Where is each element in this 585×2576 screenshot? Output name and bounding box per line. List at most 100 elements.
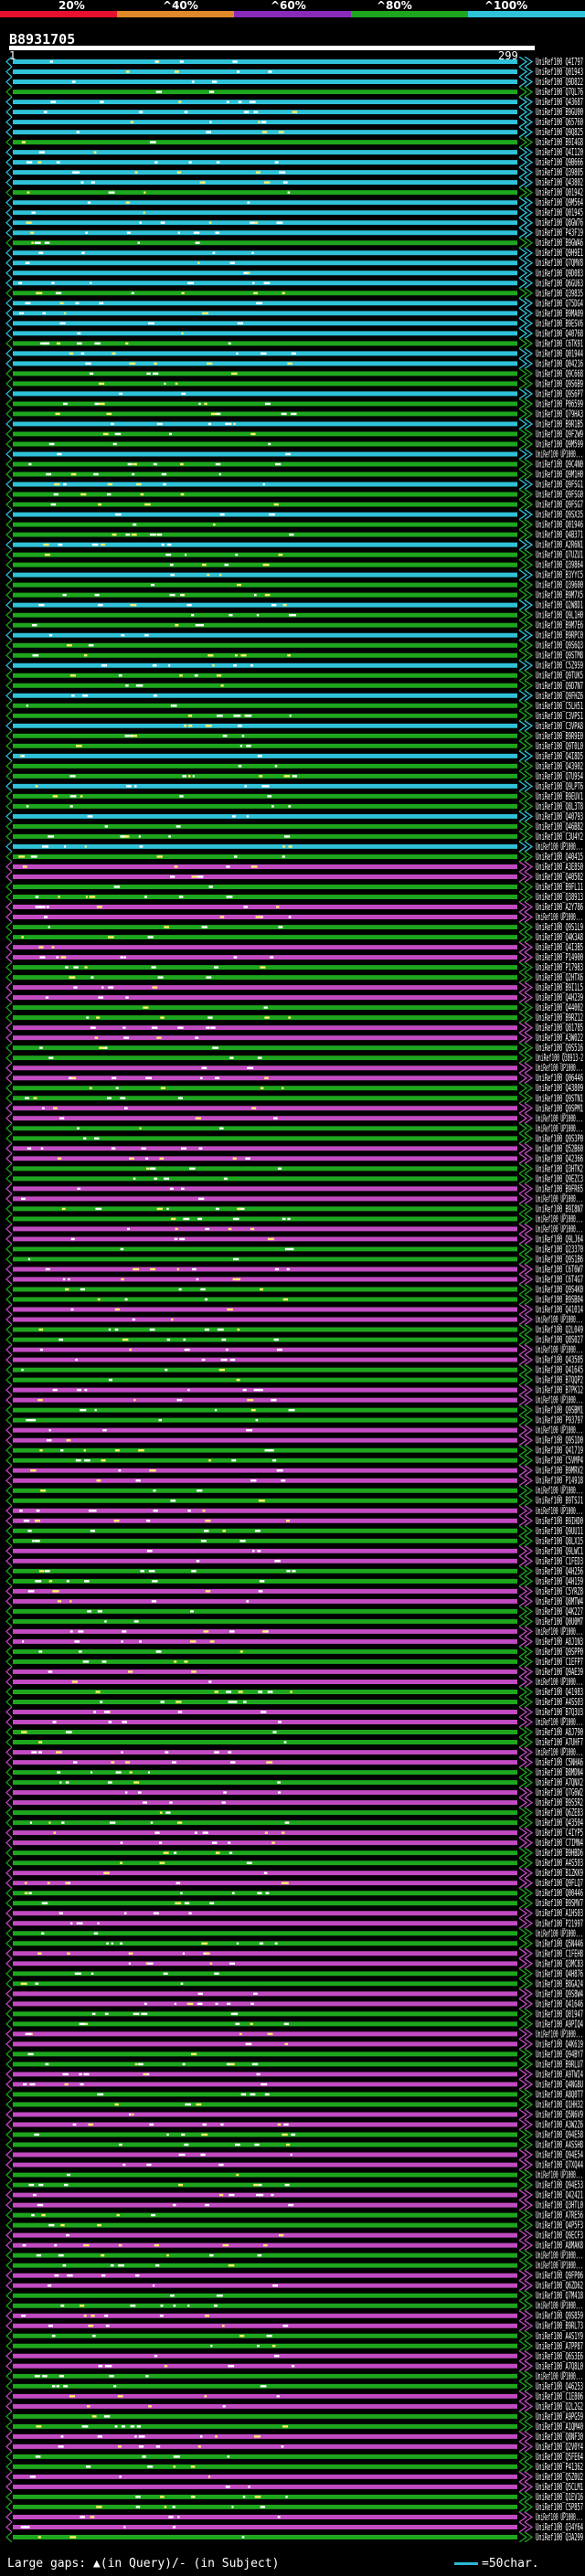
hit-row[interactable]: UniRef100_Q5N6V9: [5, 2108, 583, 2120]
hit-row[interactable]: UniRef100_B9RL73: [5, 2320, 583, 2332]
hit-row[interactable]: UniRef100_Q9FSG1: [5, 478, 583, 491]
hit-row[interactable]: UniRef100_A7RE56: [5, 2210, 583, 2221]
hit-row[interactable]: UniRef100_Q9S8W4: [5, 1988, 583, 1999]
hit-row[interactable]: UniRef100_B9I8N7: [5, 1203, 583, 1214]
hit-row[interactable]: UniRef100_Q7UZU1: [5, 549, 583, 561]
hit-row[interactable]: UniRef100_A8Q0T7: [5, 2088, 583, 2100]
hit-row[interactable]: UniRef100_Q9LJ64: [5, 1233, 583, 1245]
hit-row[interactable]: UniRef100_Q9S1D0: [5, 1435, 583, 1447]
hit-row[interactable]: UniRef100_UP1000...: [5, 1626, 583, 1638]
hit-row[interactable]: UniRef100_UP1000...: [5, 1344, 583, 1356]
hit-row[interactable]: UniRef100_UP1000...: [5, 1485, 583, 1497]
hit-row[interactable]: UniRef100_UP1000...: [5, 1122, 583, 1134]
hit-row[interactable]: UniRef100_B9RLU7: [5, 2058, 583, 2070]
hit-row[interactable]: UniRef100_Q43902: [5, 760, 583, 772]
hit-row[interactable]: UniRef100_Q41983: [5, 1686, 583, 1698]
hit-row[interactable]: UniRef100_C1E806: [5, 2390, 583, 2402]
hit-row[interactable]: UniRef100_Q9FSG0: [5, 488, 583, 501]
hit-row[interactable]: UniRef100_A7PP87: [5, 2340, 583, 2352]
hit-row[interactable]: UniRef100_B1ZKK9: [5, 1867, 583, 1879]
hit-row[interactable]: UniRef100_UP1000...: [5, 1505, 583, 1517]
hit-row[interactable]: UniRef100_C5LH51: [5, 700, 583, 712]
hit-row[interactable]: UniRef100_Q01944: [5, 347, 583, 359]
hit-row[interactable]: UniRef100_Q23370: [5, 1243, 583, 1255]
hit-row[interactable]: UniRef100_B9I1L5: [5, 981, 583, 993]
hit-row[interactable]: UniRef100_Q46253: [5, 2380, 583, 2392]
hit-row[interactable]: UniRef100_A1HS03: [5, 1907, 583, 1919]
hit-row[interactable]: UniRef100_Q94E58: [5, 2128, 583, 2141]
hit-row[interactable]: UniRef100_Q4NG8U: [5, 2078, 583, 2090]
hit-row[interactable]: UniRef100_Q5Z0U2: [5, 2471, 583, 2483]
hit-row[interactable]: UniRef100_Q4K227: [5, 1606, 583, 1617]
hit-row[interactable]: UniRef100_UP1000...: [5, 1193, 583, 1204]
hit-row[interactable]: UniRef100_Q4I3B5: [5, 941, 583, 953]
hit-row[interactable]: UniRef100_A3E8S0: [5, 861, 583, 873]
hit-row[interactable]: UniRef100_Q38913-2: [5, 1052, 583, 1064]
hit-row[interactable]: UniRef100_Q34Y64: [5, 2521, 583, 2533]
hit-row[interactable]: UniRef100_Q41014: [5, 1303, 583, 1316]
hit-row[interactable]: UniRef100_C3U4Y2: [5, 831, 583, 843]
hit-row[interactable]: UniRef100_B9EUV1: [5, 790, 583, 802]
hit-row[interactable]: UniRef100_A4SSH8: [5, 2138, 583, 2151]
hit-row[interactable]: UniRef100_Q9C668: [5, 367, 583, 379]
hit-row[interactable]: UniRef100_Q5CLM1: [5, 2481, 583, 2493]
hit-row[interactable]: UniRef100_Q9TUK5: [5, 670, 583, 682]
hit-row[interactable]: UniRef100_Q4B371: [5, 529, 583, 541]
hit-row[interactable]: UniRef100_Q9S4K0: [5, 1283, 583, 1295]
hit-row[interactable]: UniRef100_UP1000...: [5, 1394, 583, 1406]
hit-row[interactable]: UniRef100_Q04216: [5, 357, 583, 369]
hit-row[interactable]: UniRef100_Q94E54: [5, 2148, 583, 2161]
hit-row[interactable]: UniRef100_Q43802: [5, 176, 583, 188]
hit-row[interactable]: UniRef100_Q43505: [5, 1354, 583, 1366]
hit-row[interactable]: UniRef100_Q1EV16: [5, 2491, 583, 2503]
hit-row[interactable]: UniRef100_A7QNX2: [5, 1776, 583, 1788]
hit-row[interactable]: UniRef100_Q41646: [5, 1998, 583, 2009]
hit-row[interactable]: UniRef100_C6T4G7: [5, 1273, 583, 1285]
hit-row[interactable]: UniRef100_C5NHA6: [5, 1756, 583, 1768]
hit-row[interactable]: UniRef100_Q46B82: [5, 821, 583, 832]
hit-row[interactable]: UniRef100_Q41719: [5, 1445, 583, 1457]
hit-row[interactable]: UniRef100_B9MA09: [5, 307, 583, 319]
hit-row[interactable]: UniRef100_UP1000...: [5, 1062, 583, 1074]
hit-row[interactable]: UniRef100_B9HBD6: [5, 1847, 583, 1859]
hit-row[interactable]: UniRef100_Q9STM8: [5, 650, 583, 662]
hit-row[interactable]: UniRef100_UP1000...: [5, 2511, 583, 2523]
hit-row[interactable]: UniRef100_Q3MC83: [5, 1957, 583, 1969]
hit-row[interactable]: UniRef100_A7Q8L0: [5, 2360, 583, 2372]
hit-row[interactable]: UniRef100_Q5N446: [5, 1937, 583, 1949]
hit-row[interactable]: UniRef100_A4SS03: [5, 1696, 583, 1708]
hit-row[interactable]: UniRef100_C1EFP7: [5, 1656, 583, 1668]
hit-row[interactable]: UniRef100_Q44002: [5, 1002, 583, 1013]
hit-row[interactable]: UniRef100_Q9D822: [5, 76, 583, 88]
hit-row[interactable]: UniRef100_Q3HTK2: [5, 1162, 583, 1174]
hit-row[interactable]: UniRef100_A4S503: [5, 1857, 583, 1869]
hit-row[interactable]: UniRef100_C5Z9S9: [5, 660, 583, 672]
hit-row[interactable]: UniRef100_A8J790: [5, 1726, 583, 1738]
hit-row[interactable]: UniRef100_C5P857: [5, 2501, 583, 2513]
hit-row[interactable]: UniRef100_C6T6W7: [5, 1263, 583, 1275]
hit-row[interactable]: UniRef100_UP1000...: [5, 1223, 583, 1235]
hit-row[interactable]: UniRef100_Q00446: [5, 1887, 583, 1899]
hit-row[interactable]: UniRef100_Q9SPP0: [5, 1646, 583, 1658]
hit-row[interactable]: UniRef100_Q9S516: [5, 1042, 583, 1054]
hit-row[interactable]: UniRef100_Q42421: [5, 2189, 583, 2201]
hit-row[interactable]: UniRef100_Q40768: [5, 327, 583, 339]
hit-row[interactable]: UniRef100_Q5FE64: [5, 2451, 583, 2463]
hit-row[interactable]: UniRef100_Q4H256: [5, 1565, 583, 1577]
hit-row[interactable]: UniRef100_Q2W8D1: [5, 599, 583, 611]
hit-row[interactable]: UniRef100_Q01947: [5, 2008, 583, 2019]
hit-row[interactable]: UniRef100_C1FED3: [5, 1555, 583, 1567]
hit-row[interactable]: UniRef100_Q43504: [5, 1817, 583, 1829]
hit-row[interactable]: UniRef100_Q9F2W9: [5, 428, 583, 440]
hit-row[interactable]: UniRef100_Q9ECF3: [5, 2230, 583, 2242]
hit-row[interactable]: UniRef100_Q4K3A8: [5, 931, 583, 943]
hit-row[interactable]: UniRef100_UP1000...: [5, 448, 583, 460]
hit-row[interactable]: UniRef100_Q42366: [5, 1152, 583, 1164]
hit-row[interactable]: UniRef100_Q39600: [5, 579, 583, 591]
hit-row[interactable]: UniRef100_P41362: [5, 2461, 583, 2473]
hit-row[interactable]: UniRef100_Q9D083: [5, 267, 583, 279]
hit-row[interactable]: UniRef100_Q9S6P7: [5, 387, 583, 399]
hit-row[interactable]: UniRef100_Q8S027: [5, 1334, 583, 1346]
hit-row[interactable]: UniRef100_UP1000...: [5, 2260, 583, 2272]
hit-row[interactable]: UniRef100_Q40415: [5, 851, 583, 863]
